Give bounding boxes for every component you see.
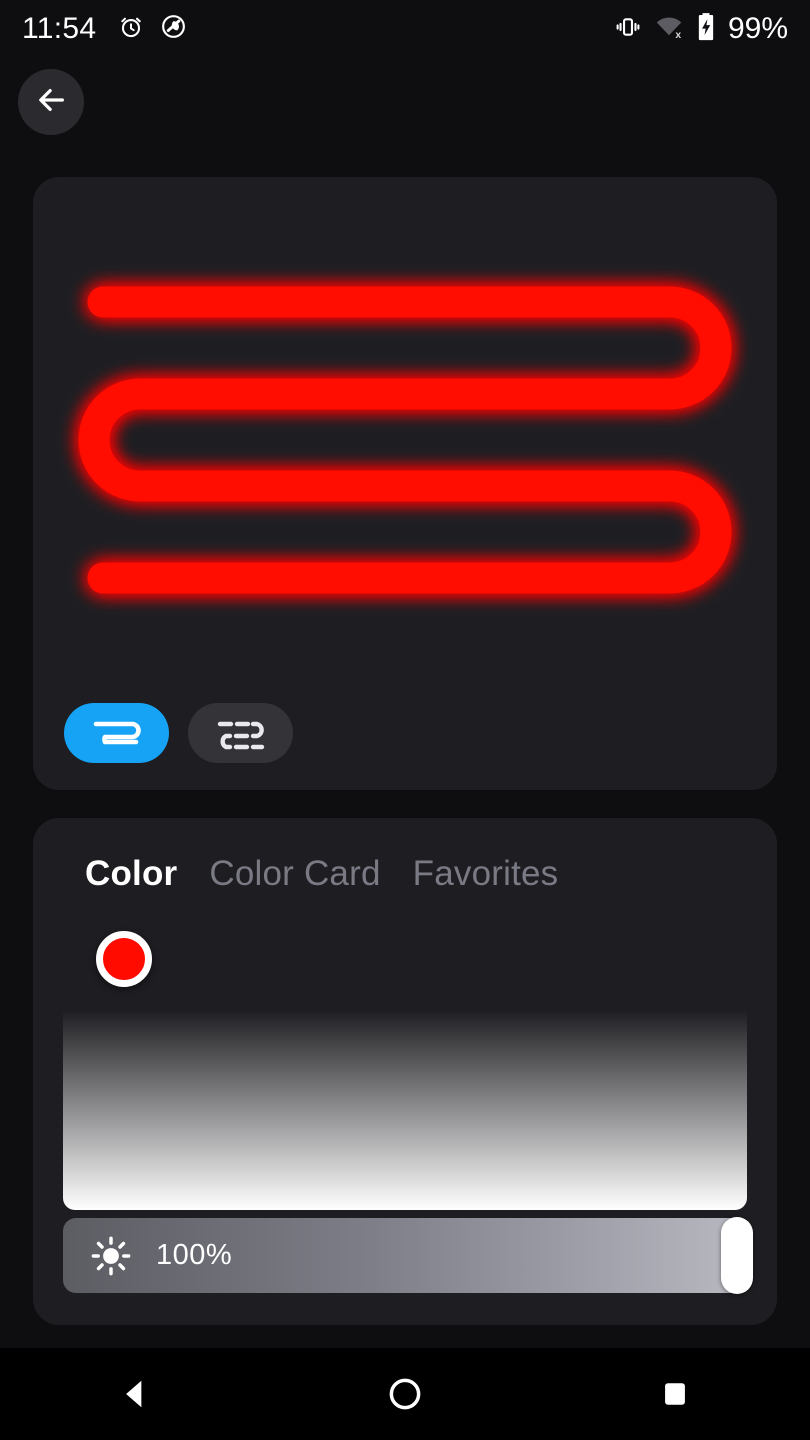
brightness-slider[interactable]: 100% <box>63 1217 753 1294</box>
led-strip-preview[interactable] <box>33 177 777 677</box>
svg-text:x: x <box>675 29 681 40</box>
color-selector-knob[interactable] <box>96 931 152 987</box>
status-bar-clock: 11:54 <box>22 12 97 45</box>
saturation-gradient-layer <box>63 916 747 1210</box>
brightness-sun-icon <box>88 1233 134 1279</box>
battery-charging-icon <box>696 12 716 47</box>
arrow-left-icon <box>34 83 68 122</box>
nav-recents-button[interactable] <box>620 1348 730 1440</box>
battery-percent-label: 99% <box>727 12 788 45</box>
alarm-icon <box>118 14 144 45</box>
nav-back-button[interactable] <box>80 1348 190 1440</box>
status-bar-notification-icons <box>118 13 187 45</box>
do-not-disturb-icon <box>160 13 187 45</box>
tab-favorites[interactable]: Favorites <box>413 854 559 894</box>
circle-home-icon <box>389 1378 421 1410</box>
square-recents-icon <box>665 1383 685 1405</box>
serpentine-segmented-icon <box>217 721 264 750</box>
brightness-value-label: 100% <box>156 1239 233 1271</box>
serpentine-continuous-icon <box>93 721 141 745</box>
triangle-back-icon <box>126 1380 142 1408</box>
wifi-off-icon: x <box>654 13 684 46</box>
system-navigation-bar <box>0 1348 810 1440</box>
strip-layout-continuous-button[interactable] <box>64 703 169 763</box>
strip-preview-card <box>33 177 777 790</box>
vibrate-icon <box>614 13 642 46</box>
status-bar: 11:54 x 99% <box>0 0 810 58</box>
color-picker-field[interactable] <box>63 916 747 1210</box>
color-panel-card: Color Color Card Favorites 100% <box>33 818 777 1325</box>
nav-home-button[interactable] <box>350 1348 460 1440</box>
strip-layout-segmented-button[interactable] <box>188 703 293 763</box>
strip-layout-toggle-group <box>64 703 293 763</box>
tab-color-card[interactable]: Color Card <box>209 854 380 894</box>
brightness-slider-thumb[interactable] <box>721 1217 753 1294</box>
led-strip-graphic <box>78 286 732 594</box>
tab-color[interactable]: Color <box>85 854 177 894</box>
back-button[interactable] <box>18 69 84 135</box>
color-panel-tabs: Color Color Card Favorites <box>85 854 558 894</box>
status-bar-system-icons: x 99% <box>614 12 788 47</box>
